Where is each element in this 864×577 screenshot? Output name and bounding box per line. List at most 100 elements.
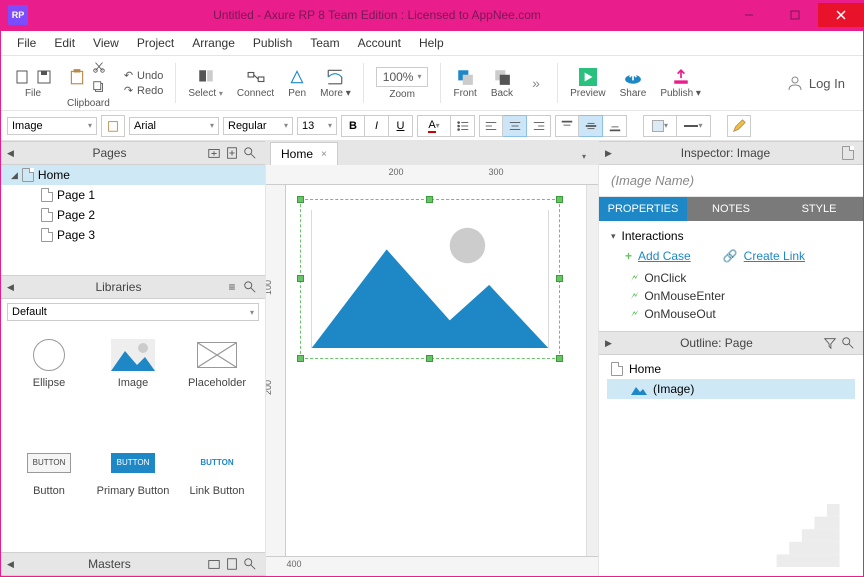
add-master-icon[interactable] xyxy=(223,555,241,573)
resize-handle[interactable] xyxy=(426,196,433,203)
collapse-icon[interactable]: ▶ xyxy=(605,338,612,349)
chevron-down-icon[interactable]: ▾ xyxy=(611,231,616,242)
tree-row[interactable]: Page 1 xyxy=(1,185,265,205)
pencil-button[interactable] xyxy=(727,115,751,137)
menu-arrange[interactable]: Arrange xyxy=(184,33,243,53)
widget-link-button[interactable]: BUTTONLink Button xyxy=(177,441,257,545)
share-button[interactable]: Share xyxy=(614,66,653,101)
valign-middle-button[interactable] xyxy=(579,115,603,137)
font-combo[interactable]: Arial▾ xyxy=(129,117,219,135)
more-tool[interactable]: More ▾ xyxy=(314,66,357,101)
minimize-button[interactable] xyxy=(726,3,772,27)
paste-style-button[interactable] xyxy=(101,115,125,137)
align-right-button[interactable] xyxy=(527,115,551,137)
align-left-button[interactable] xyxy=(479,115,503,137)
underline-button[interactable]: U xyxy=(389,115,413,137)
widget-name-field[interactable]: (Image Name) xyxy=(599,165,863,197)
add-case-link[interactable]: Add Case xyxy=(638,249,691,263)
menu-help[interactable]: Help xyxy=(411,33,452,53)
tab-properties[interactable]: PROPERTIES xyxy=(599,197,687,221)
add-page-icon[interactable] xyxy=(223,144,241,162)
valign-top-button[interactable] xyxy=(555,115,579,137)
menu-publish[interactable]: Publish xyxy=(245,33,300,53)
library-set-combo[interactable]: Default▾ xyxy=(7,303,259,321)
maximize-button[interactable] xyxy=(772,3,818,27)
close-button[interactable] xyxy=(818,3,864,27)
tab-style[interactable]: STYLE xyxy=(775,197,863,221)
widget-type-combo[interactable]: Image▾ xyxy=(7,117,97,135)
canvas-tab-home[interactable]: Home× xyxy=(270,142,338,165)
pen-tool[interactable]: Pen xyxy=(282,66,312,101)
font-size-combo[interactable]: 13▾ xyxy=(297,117,337,135)
tree-row[interactable]: Page 3 xyxy=(1,225,265,245)
resize-handle[interactable] xyxy=(556,196,563,203)
menu-team[interactable]: Team xyxy=(302,33,347,53)
tree-row-home[interactable]: ◢Home xyxy=(1,165,265,185)
resize-handle[interactable] xyxy=(556,275,563,282)
menu-file[interactable]: File xyxy=(9,33,44,53)
clipboard-group[interactable]: Clipboard xyxy=(61,56,116,111)
valign-bottom-button[interactable] xyxy=(603,115,627,137)
bold-button[interactable]: B xyxy=(341,115,365,137)
front-button[interactable]: Front xyxy=(447,66,482,101)
resize-handle[interactable] xyxy=(297,355,304,362)
create-link-link[interactable]: Create Link xyxy=(744,249,805,263)
overflow-button[interactable]: » xyxy=(521,72,551,94)
event-row[interactable]: 🗲OnMouseOut xyxy=(611,305,851,323)
search-icon[interactable] xyxy=(241,144,259,162)
filter-icon[interactable] xyxy=(821,334,839,352)
text-color-button[interactable]: A ▾ xyxy=(417,115,451,137)
line-color-button[interactable]: ▾ xyxy=(677,115,711,137)
menu-account[interactable]: Account xyxy=(350,33,409,53)
widget-placeholder[interactable]: Placeholder xyxy=(177,333,257,437)
tree-row[interactable]: Page 2 xyxy=(1,205,265,225)
font-weight-combo[interactable]: Regular▾ xyxy=(223,117,293,135)
resize-handle[interactable] xyxy=(297,196,304,203)
outline-row-home[interactable]: Home xyxy=(607,359,855,379)
menu-view[interactable]: View xyxy=(85,33,127,53)
redo-button[interactable]: ↷Redo xyxy=(124,84,164,97)
undo-button[interactable]: ↶Undo xyxy=(124,69,164,82)
widget-primary-button[interactable]: BUTTONPrimary Button xyxy=(93,441,173,545)
selected-image-widget[interactable] xyxy=(300,199,560,359)
login-button[interactable]: Log In xyxy=(775,75,857,91)
menu-project[interactable]: Project xyxy=(129,33,182,53)
collapse-icon[interactable]: ◀ xyxy=(7,559,14,570)
connect-tool[interactable]: Connect xyxy=(231,66,280,101)
search-icon[interactable] xyxy=(241,278,259,296)
outline-row-image[interactable]: (Image) xyxy=(607,379,855,399)
menu-edit[interactable]: Edit xyxy=(46,33,83,53)
fill-color-button[interactable]: ▾ xyxy=(643,115,677,137)
event-row[interactable]: 🗲OnMouseEnter xyxy=(611,287,851,305)
search-icon[interactable] xyxy=(839,334,857,352)
resize-handle[interactable] xyxy=(556,355,563,362)
collapse-icon[interactable]: ◀ xyxy=(7,148,14,159)
widget-image[interactable]: Image xyxy=(93,333,173,437)
page-icon[interactable] xyxy=(839,144,857,162)
resize-handle[interactable] xyxy=(426,355,433,362)
collapse-icon[interactable]: ◀ xyxy=(7,282,14,293)
event-row[interactable]: 🗲OnClick xyxy=(611,269,851,287)
widget-button[interactable]: BUTTONButton xyxy=(9,441,89,545)
widget-ellipse[interactable]: Ellipse xyxy=(9,333,89,437)
bullet-button[interactable] xyxy=(451,115,475,137)
zoom-combo[interactable]: 100%▾ xyxy=(376,67,429,87)
canvas-view[interactable] xyxy=(286,185,598,556)
resize-handle[interactable] xyxy=(297,275,304,282)
search-icon[interactable] xyxy=(241,555,259,573)
publish-button[interactable]: Publish ▾ xyxy=(654,66,707,101)
tab-notes[interactable]: NOTES xyxy=(687,197,775,221)
select-tool[interactable]: Select ▾ xyxy=(182,66,229,101)
add-folder-icon[interactable] xyxy=(205,144,223,162)
add-folder-icon[interactable] xyxy=(205,555,223,573)
back-button[interactable]: Back xyxy=(485,66,519,101)
file-group[interactable]: File xyxy=(7,66,59,101)
align-center-button[interactable] xyxy=(503,115,527,137)
vertical-scrollbar[interactable] xyxy=(586,185,598,556)
menu-icon[interactable]: ≡ xyxy=(223,278,241,296)
collapse-icon[interactable]: ▶ xyxy=(605,148,612,159)
italic-button[interactable]: I xyxy=(365,115,389,137)
tab-menu-icon[interactable]: ▾ xyxy=(574,148,594,165)
close-tab-icon[interactable]: × xyxy=(321,149,327,160)
preview-button[interactable]: Preview xyxy=(564,66,612,101)
